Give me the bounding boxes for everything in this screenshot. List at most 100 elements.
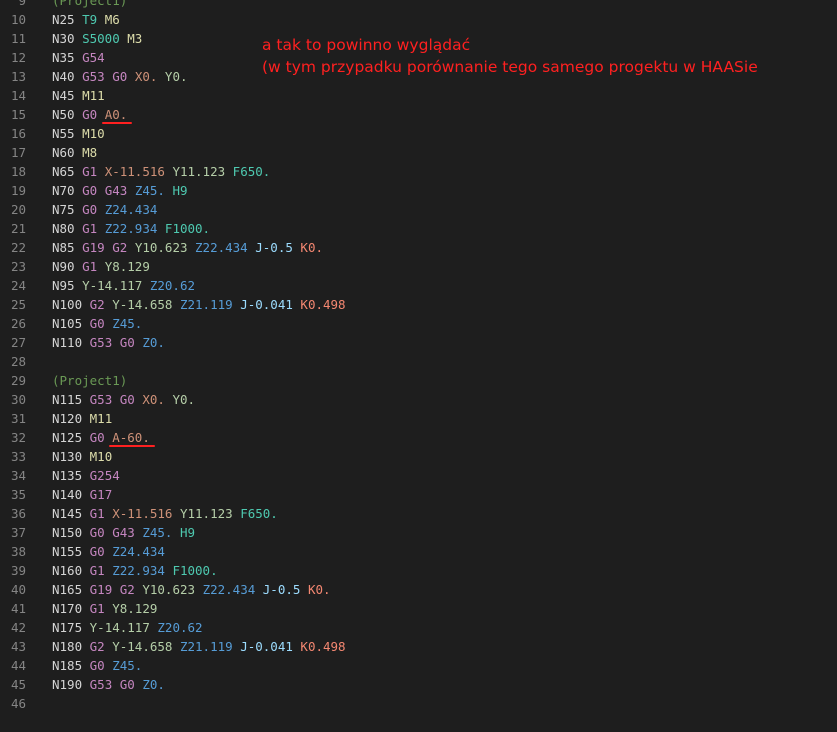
line-code: N150 G0 G43 Z45. H9 [52, 525, 196, 540]
code-line[interactable]: 44 N185 G0 Z45. [0, 656, 837, 675]
code-line[interactable]: 17 N60 M8 [0, 143, 837, 162]
code-line[interactable]: 22 N85 G19 G2 Y10.623 Z22.434 J-0.5 K0. [0, 238, 837, 257]
code-line[interactable]: 9 (Project1) [0, 0, 837, 10]
line-code: (Project1) [52, 373, 128, 388]
line-number: 33 [10, 449, 26, 464]
annotation-line-1: a tak to powinno wyglądać [262, 36, 471, 54]
red-annotation: a tak to powinno wyglądać (w tym przypad… [262, 34, 758, 78]
line-number: 36 [10, 506, 26, 521]
line-code: N60 M8 [52, 145, 98, 160]
line-code: N105 G0 Z45. [52, 316, 143, 331]
code-line[interactable]: 25 N100 G2 Y-14.658 Z21.119 J-0.041 K0.49… [0, 295, 837, 314]
line-code: N115 G53 G0 X0. Y0. [52, 392, 196, 407]
line-number: 22 [10, 240, 26, 255]
line-code: N100 G2 Y-14.658 Z21.119 J-0.041 K0.498 [52, 297, 346, 312]
line-number: 18 [10, 164, 26, 179]
line-code: N40 G53 G0 X0. Y0. [52, 69, 188, 84]
line-number: 39 [10, 563, 26, 578]
line-number: 19 [10, 183, 26, 198]
line-code: N85 G19 G2 Y10.623 Z22.434 J-0.5 K0. [52, 240, 323, 255]
code-line[interactable]: 35 N140 G17 [0, 485, 837, 504]
line-code: N165 G19 G2 Y10.623 Z22.434 J-0.5 K0. [52, 582, 331, 597]
line-code: N35 G54 [52, 50, 105, 65]
code-line[interactable]: 27 N110 G53 G0 Z0. [0, 333, 837, 352]
code-line[interactable]: 19 N70 G0 G43 Z45. H9 [0, 181, 837, 200]
code-line[interactable]: 37 N150 G0 G43 Z45. H9 [0, 523, 837, 542]
code-line[interactable]: 36 N145 G1 X-11.516 Y11.123 F650. [0, 504, 837, 523]
code-line[interactable]: 46 [0, 694, 837, 713]
line-number: 31 [10, 411, 26, 426]
line-number: 11 [10, 31, 26, 46]
line-code: N55 M10 [52, 126, 105, 141]
line-number: 43 [10, 639, 26, 654]
line-code: (Project1) [52, 0, 128, 8]
line-number: 44 [10, 658, 26, 673]
line-number: 28 [10, 354, 26, 369]
code-line[interactable]: 33 N130 M10 [0, 447, 837, 466]
line-code: N90 G1 Y8.129 [52, 259, 150, 274]
code-line[interactable]: 15 N50 G0 A0. [0, 105, 837, 124]
code-line[interactable]: 34 N135 G254 [0, 466, 837, 485]
line-number: 10 [10, 12, 26, 27]
line-number: 42 [10, 620, 26, 635]
line-code: N120 M11 [52, 411, 113, 426]
code-line[interactable]: 31 N120 M11 [0, 409, 837, 428]
line-code: N110 G53 G0 Z0. [52, 335, 165, 350]
line-code: N70 G0 G43 Z45. H9 [52, 183, 188, 198]
line-number: 38 [10, 544, 26, 559]
line-number: 9 [18, 0, 26, 8]
line-code: N30 S5000 M3 [52, 31, 143, 46]
line-code: N95 Y-14.117 Z20.62 [52, 278, 196, 293]
line-number: 41 [10, 601, 26, 616]
line-code: N65 G1 X-11.516 Y11.123 F650. [52, 164, 271, 179]
code-line[interactable]: 26 N105 G0 Z45. [0, 314, 837, 333]
code-line[interactable]: 23 N90 G1 Y8.129 [0, 257, 837, 276]
code-line[interactable]: 43 N180 G2 Y-14.658 Z21.119 J-0.041 K0.49… [0, 637, 837, 656]
line-code: N145 G1 X-11.516 Y11.123 F650. [52, 506, 278, 521]
code-line[interactable]: 30 N115 G53 G0 X0. Y0. [0, 390, 837, 409]
line-code: N140 G17 [52, 487, 113, 502]
line-number: 25 [10, 297, 26, 312]
code-line[interactable]: 16 N55 M10 [0, 124, 837, 143]
code-line[interactable]: 21 N80 G1 Z22.934 F1000. [0, 219, 837, 238]
line-code: N180 G2 Y-14.658 Z21.119 J-0.041 K0.498 [52, 639, 346, 654]
code-line[interactable]: 42 N175 Y-14.117 Z20.62 [0, 618, 837, 637]
line-number: 32 [10, 430, 26, 445]
line-number: 26 [10, 316, 26, 331]
code-line[interactable]: 40 N165 G19 G2 Y10.623 Z22.434 J-0.5 K0. [0, 580, 837, 599]
line-code: N160 G1 Z22.934 F1000. [52, 563, 218, 578]
line-code: N75 G0 Z24.434 [52, 202, 158, 217]
line-code: N130 M10 [52, 449, 113, 464]
code-line[interactable]: 32 N125 G0 A-60. [0, 428, 837, 447]
code-line[interactable]: 10 N25 T9 M6 [0, 10, 837, 29]
code-line[interactable]: 45 N190 G53 G0 Z0. [0, 675, 837, 694]
code-line[interactable]: 18 N65 G1 X-11.516 Y11.123 F650. [0, 162, 837, 181]
code-line[interactable]: 38 N155 G0 Z24.434 [0, 542, 837, 561]
line-number: 14 [10, 88, 26, 103]
code-line[interactable]: 28 [0, 352, 837, 371]
line-code: N25 T9 M6 [52, 12, 120, 27]
line-number: 40 [10, 582, 26, 597]
line-number: 24 [10, 278, 26, 293]
line-code: N175 Y-14.117 Z20.62 [52, 620, 203, 635]
line-number: 15 [10, 107, 26, 122]
line-number: 27 [10, 335, 26, 350]
code-line[interactable]: 20 N75 G0 Z24.434 [0, 200, 837, 219]
line-code: N45 M11 [52, 88, 105, 103]
line-number: 13 [10, 69, 26, 84]
code-line[interactable]: 39 N160 G1 Z22.934 F1000. [0, 561, 837, 580]
line-number: 34 [10, 468, 26, 483]
line-code: N170 G1 Y8.129 [52, 601, 158, 616]
line-number: 23 [10, 259, 26, 274]
code-editor[interactable]: 9 (Project1) 10 N25 T9 M6 11 N30 S5000 M3 12 N3… [0, 0, 837, 713]
code-line[interactable]: 14 N45 M11 [0, 86, 837, 105]
line-code: N185 G0 Z45. [52, 658, 143, 673]
line-number: 30 [10, 392, 26, 407]
code-line[interactable]: 29 (Project1) [0, 371, 837, 390]
annotation-line-2: (w tym przypadku porównanie tego samego … [262, 58, 758, 76]
code-line[interactable]: 24 N95 Y-14.117 Z20.62 [0, 276, 837, 295]
line-number: 17 [10, 145, 26, 160]
line-number: 16 [10, 126, 26, 141]
code-line[interactable]: 41 N170 G1 Y8.129 [0, 599, 837, 618]
line-number: 45 [10, 677, 26, 692]
